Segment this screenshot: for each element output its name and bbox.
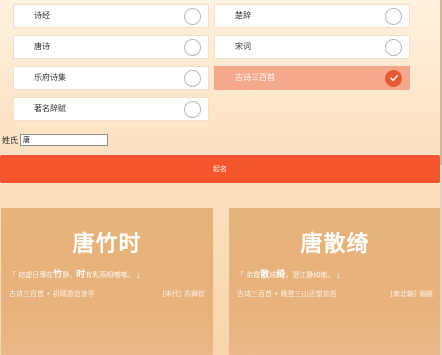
option-label: 楚辞 [235,11,251,20]
card-name: 唐竹时 [72,231,142,257]
name-card[interactable]: 唐竹时 「 窃虚日薄花竹静，时有乳燕相哺哺。 」 古诗三百首 • 初晴游沧浪亭 … [1,208,213,355]
option-label: 乐府诗集 [34,73,66,82]
option-label: 诗经 [34,11,50,20]
option-yuefu[interactable]: 乐府诗集 [13,66,209,90]
radio-circle[interactable] [184,38,201,56]
quote-text: 「 窃虚日薄花 [9,271,54,279]
surname-input[interactable] [20,134,108,146]
radio-circle-checked[interactable] [385,69,402,87]
option-cifu[interactable]: 著名辞赋 [13,97,209,121]
radio-circle[interactable] [385,38,402,56]
quote-highlight: 时 [76,270,86,280]
quote-text: 静， [62,271,77,279]
radio-circle[interactable] [385,7,402,25]
option-gushi300[interactable]: 古诗三百首 [214,66,410,90]
quote-highlight: 散 [260,270,270,280]
card-author: [南北朝] 谢朓 [390,290,433,298]
option-shijing[interactable]: 诗经 [13,4,209,28]
option-songci[interactable]: 宋词 [214,35,410,59]
quote-highlight: 绮 [276,270,286,280]
quote-text: ，澄江静如练。 」 [285,271,344,279]
surname-label: 姓氏 [2,136,18,145]
radio-circle[interactable] [184,7,201,25]
quote-highlight: 竹 [53,270,63,280]
card-quote: 「 窃虚日薄花竹静，时有乳燕相哺哺。 」 [9,268,205,282]
card-author: [宋代] 苏舜钦 [162,290,205,298]
submit-button[interactable]: 起名 [0,155,440,183]
option-label: 古诗三百首 [235,73,275,82]
quote-text: 「 余霞 [237,271,261,279]
radio-circle[interactable] [184,100,201,118]
option-tangshi[interactable]: 唐诗 [13,35,209,59]
option-chuci[interactable]: 楚辞 [214,4,410,28]
option-label: 唐诗 [34,42,50,51]
check-icon [389,75,398,82]
card-source: 古诗三百首 • 晚登三山还望京邑 [237,290,337,298]
card-source: 古诗三百首 • 初晴游沧浪亭 [9,290,95,298]
quote-text: 有乳燕相哺哺。 」 [85,271,144,279]
option-label: 宋词 [235,42,251,51]
option-label: 著名辞赋 [34,104,66,113]
card-quote: 「 余霞散成绮，澄江静如练。 」 [237,268,433,282]
card-name: 唐散绮 [300,231,370,257]
name-card[interactable]: 唐散绮 「 余霞散成绮，澄江静如练。 」 古诗三百首 • 晚登三山还望京邑 [南… [229,208,441,355]
radio-circle[interactable] [184,69,201,87]
